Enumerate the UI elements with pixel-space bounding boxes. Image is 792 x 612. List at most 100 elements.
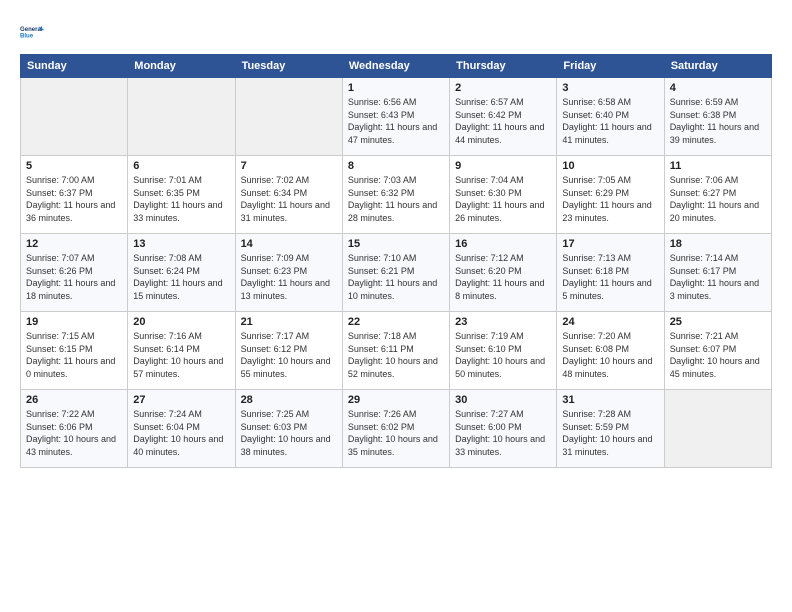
day-number: 18 bbox=[670, 238, 766, 250]
day-number: 6 bbox=[133, 160, 229, 172]
day-info: Sunrise: 7:27 AM Sunset: 6:00 PM Dayligh… bbox=[455, 408, 551, 458]
day-info: Sunrise: 7:25 AM Sunset: 6:03 PM Dayligh… bbox=[241, 408, 337, 458]
calendar-cell: 9 Sunrise: 7:04 AM Sunset: 6:30 PM Daylig… bbox=[450, 156, 557, 234]
calendar-cell bbox=[128, 78, 235, 156]
calendar-cell: 7 Sunrise: 7:02 AM Sunset: 6:34 PM Daylig… bbox=[235, 156, 342, 234]
calendar-cell: 28 Sunrise: 7:25 AM Sunset: 6:03 PM Dayli… bbox=[235, 390, 342, 468]
calendar-cell: 2 Sunrise: 6:57 AM Sunset: 6:42 PM Daylig… bbox=[450, 78, 557, 156]
day-number: 23 bbox=[455, 316, 551, 328]
day-number: 26 bbox=[26, 394, 122, 406]
calendar-cell: 1 Sunrise: 6:56 AM Sunset: 6:43 PM Daylig… bbox=[342, 78, 449, 156]
calendar-cell: 13 Sunrise: 7:08 AM Sunset: 6:24 PM Dayli… bbox=[128, 234, 235, 312]
calendar-cell: 3Sunrise: 6:58 AM Sunset: 6:40 PM Daylig… bbox=[557, 78, 664, 156]
day-info: Sunrise: 7:07 AM Sunset: 6:26 PM Dayligh… bbox=[26, 252, 122, 302]
day-number: 15 bbox=[348, 238, 444, 250]
calendar-cell: 5 Sunrise: 7:00 AM Sunset: 6:37 PM Daylig… bbox=[21, 156, 128, 234]
calendar-cell bbox=[235, 78, 342, 156]
day-info: Sunrise: 7:00 AM Sunset: 6:37 PM Dayligh… bbox=[26, 174, 122, 224]
calendar-cell: 22Sunrise: 7:18 AM Sunset: 6:11 PM Dayli… bbox=[342, 312, 449, 390]
day-number: 19 bbox=[26, 316, 122, 328]
day-number: 2 bbox=[455, 82, 551, 94]
calendar-cell: 15 Sunrise: 7:10 AM Sunset: 6:21 PM Dayli… bbox=[342, 234, 449, 312]
calendar-week-row: 19 Sunrise: 7:15 AM Sunset: 6:15 PM Dayli… bbox=[21, 312, 772, 390]
day-number: 24 bbox=[562, 316, 658, 328]
calendar-cell: 10 Sunrise: 7:05 AM Sunset: 6:29 PM Dayli… bbox=[557, 156, 664, 234]
day-number: 31 bbox=[562, 394, 658, 406]
calendar-cell: 25 Sunrise: 7:21 AM Sunset: 6:07 PM Dayli… bbox=[664, 312, 771, 390]
weekday-header: Saturday bbox=[664, 55, 771, 78]
day-info: Sunrise: 7:01 AM Sunset: 6:35 PM Dayligh… bbox=[133, 174, 229, 224]
day-info: Sunrise: 6:59 AM Sunset: 6:38 PM Dayligh… bbox=[670, 96, 766, 146]
calendar-cell: 17 Sunrise: 7:13 AM Sunset: 6:18 PM Dayli… bbox=[557, 234, 664, 312]
calendar-cell: 20 Sunrise: 7:16 AM Sunset: 6:14 PM Dayli… bbox=[128, 312, 235, 390]
day-number: 7 bbox=[241, 160, 337, 172]
calendar-cell: 19 Sunrise: 7:15 AM Sunset: 6:15 PM Dayli… bbox=[21, 312, 128, 390]
day-info: Sunrise: 7:08 AM Sunset: 6:24 PM Dayligh… bbox=[133, 252, 229, 302]
day-info: Sunrise: 7:19 AM Sunset: 6:10 PM Dayligh… bbox=[455, 330, 551, 380]
calendar-cell: 24 Sunrise: 7:20 AM Sunset: 6:08 PM Dayli… bbox=[557, 312, 664, 390]
svg-text:Blue: Blue bbox=[20, 34, 34, 40]
logo: GeneralBlue bbox=[20, 18, 48, 46]
day-info: Sunrise: 7:04 AM Sunset: 6:30 PM Dayligh… bbox=[455, 174, 551, 224]
day-number: 30 bbox=[455, 394, 551, 406]
day-number: 1 bbox=[348, 82, 444, 94]
day-number: 4 bbox=[670, 82, 766, 94]
day-info: Sunrise: 7:21 AM Sunset: 6:07 PM Dayligh… bbox=[670, 330, 766, 380]
weekday-header: Wednesday bbox=[342, 55, 449, 78]
day-info: Sunrise: 7:10 AM Sunset: 6:21 PM Dayligh… bbox=[348, 252, 444, 302]
calendar-week-row: 12 Sunrise: 7:07 AM Sunset: 6:26 PM Dayli… bbox=[21, 234, 772, 312]
day-number: 20 bbox=[133, 316, 229, 328]
day-info: Sunrise: 7:02 AM Sunset: 6:34 PM Dayligh… bbox=[241, 174, 337, 224]
calendar-cell: 23 Sunrise: 7:19 AM Sunset: 6:10 PM Dayli… bbox=[450, 312, 557, 390]
calendar-week-row: 5 Sunrise: 7:00 AM Sunset: 6:37 PM Daylig… bbox=[21, 156, 772, 234]
day-number: 22 bbox=[348, 316, 444, 328]
weekday-header: Sunday bbox=[21, 55, 128, 78]
day-number: 17 bbox=[562, 238, 658, 250]
day-number: 21 bbox=[241, 316, 337, 328]
day-number: 5 bbox=[26, 160, 122, 172]
day-info: Sunrise: 7:12 AM Sunset: 6:20 PM Dayligh… bbox=[455, 252, 551, 302]
day-info: Sunrise: 6:56 AM Sunset: 6:43 PM Dayligh… bbox=[348, 96, 444, 146]
calendar-cell: 8 Sunrise: 7:03 AM Sunset: 6:32 PM Daylig… bbox=[342, 156, 449, 234]
calendar-week-row: 26 Sunrise: 7:22 AM Sunset: 6:06 PM Dayli… bbox=[21, 390, 772, 468]
calendar-cell: 30 Sunrise: 7:27 AM Sunset: 6:00 PM Dayli… bbox=[450, 390, 557, 468]
day-info: Sunrise: 7:05 AM Sunset: 6:29 PM Dayligh… bbox=[562, 174, 658, 224]
weekday-header: Monday bbox=[128, 55, 235, 78]
calendar-cell: 27Sunrise: 7:24 AM Sunset: 6:04 PM Dayli… bbox=[128, 390, 235, 468]
day-number: 11 bbox=[670, 160, 766, 172]
day-info: Sunrise: 7:14 AM Sunset: 6:17 PM Dayligh… bbox=[670, 252, 766, 302]
day-info: Sunrise: 7:22 AM Sunset: 6:06 PM Dayligh… bbox=[26, 408, 122, 458]
day-info: Sunrise: 7:28 AM Sunset: 5:59 PM Dayligh… bbox=[562, 408, 658, 458]
day-info: Sunrise: 7:20 AM Sunset: 6:08 PM Dayligh… bbox=[562, 330, 658, 380]
calendar-cell: 31 Sunrise: 7:28 AM Sunset: 5:59 PM Dayli… bbox=[557, 390, 664, 468]
calendar-header-row: SundayMondayTuesdayWednesdayThursdayFrid… bbox=[21, 55, 772, 78]
calendar-cell: 14Sunrise: 7:09 AM Sunset: 6:23 PM Dayli… bbox=[235, 234, 342, 312]
weekday-header: Friday bbox=[557, 55, 664, 78]
day-number: 13 bbox=[133, 238, 229, 250]
day-number: 16 bbox=[455, 238, 551, 250]
day-number: 10 bbox=[562, 160, 658, 172]
calendar-cell bbox=[21, 78, 128, 156]
day-info: Sunrise: 7:13 AM Sunset: 6:18 PM Dayligh… bbox=[562, 252, 658, 302]
calendar-cell: 12 Sunrise: 7:07 AM Sunset: 6:26 PM Dayli… bbox=[21, 234, 128, 312]
day-number: 8 bbox=[348, 160, 444, 172]
day-info: Sunrise: 7:15 AM Sunset: 6:15 PM Dayligh… bbox=[26, 330, 122, 380]
page: GeneralBlue SundayMondayTuesdayWednesday… bbox=[0, 0, 792, 612]
calendar-cell: 6 Sunrise: 7:01 AM Sunset: 6:35 PM Daylig… bbox=[128, 156, 235, 234]
day-number: 9 bbox=[455, 160, 551, 172]
calendar-cell: 4 Sunrise: 6:59 AM Sunset: 6:38 PM Daylig… bbox=[664, 78, 771, 156]
day-info: Sunrise: 7:03 AM Sunset: 6:32 PM Dayligh… bbox=[348, 174, 444, 224]
day-info: Sunrise: 7:16 AM Sunset: 6:14 PM Dayligh… bbox=[133, 330, 229, 380]
day-number: 12 bbox=[26, 238, 122, 250]
day-info: Sunrise: 7:09 AM Sunset: 6:23 PM Dayligh… bbox=[241, 252, 337, 302]
day-info: Sunrise: 7:17 AM Sunset: 6:12 PM Dayligh… bbox=[241, 330, 337, 380]
day-info: Sunrise: 6:57 AM Sunset: 6:42 PM Dayligh… bbox=[455, 96, 551, 146]
weekday-header: Tuesday bbox=[235, 55, 342, 78]
svg-text:General: General bbox=[20, 27, 43, 33]
day-info: Sunrise: 7:24 AM Sunset: 6:04 PM Dayligh… bbox=[133, 408, 229, 458]
day-number: 25 bbox=[670, 316, 766, 328]
calendar-cell: 16 Sunrise: 7:12 AM Sunset: 6:20 PM Dayli… bbox=[450, 234, 557, 312]
day-number: 28 bbox=[241, 394, 337, 406]
calendar-cell: 29Sunrise: 7:26 AM Sunset: 6:02 PM Dayli… bbox=[342, 390, 449, 468]
calendar-cell bbox=[664, 390, 771, 468]
